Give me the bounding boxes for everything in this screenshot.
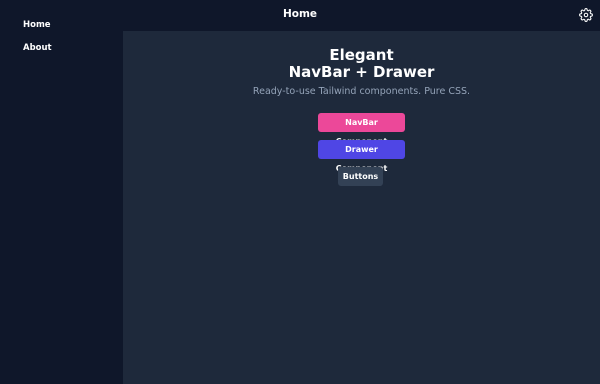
drawer-component-button[interactable]: Drawer Component bbox=[318, 140, 405, 173]
settings-button[interactable] bbox=[579, 8, 593, 22]
main-content: Elegant NavBar + Drawer Ready-to-use Tai… bbox=[123, 31, 600, 384]
hero-subtitle: Ready-to-use Tailwind components. Pure C… bbox=[252, 86, 471, 97]
gear-icon bbox=[579, 8, 593, 22]
app-window: Home Home About Elegant NavBar + Drawer … bbox=[0, 0, 600, 384]
hero-title-line2: NavBar + Drawer bbox=[288, 63, 435, 81]
hero-title-line1: Elegant bbox=[329, 46, 394, 64]
drawer-sidebar: Home About bbox=[0, 0, 123, 384]
sidebar-item-home[interactable]: Home bbox=[23, 20, 51, 30]
buttons-button[interactable]: Buttons bbox=[338, 167, 383, 186]
sidebar-item-about[interactable]: About bbox=[23, 43, 52, 53]
navbar-component-button[interactable]: NavBar Component bbox=[318, 113, 405, 146]
